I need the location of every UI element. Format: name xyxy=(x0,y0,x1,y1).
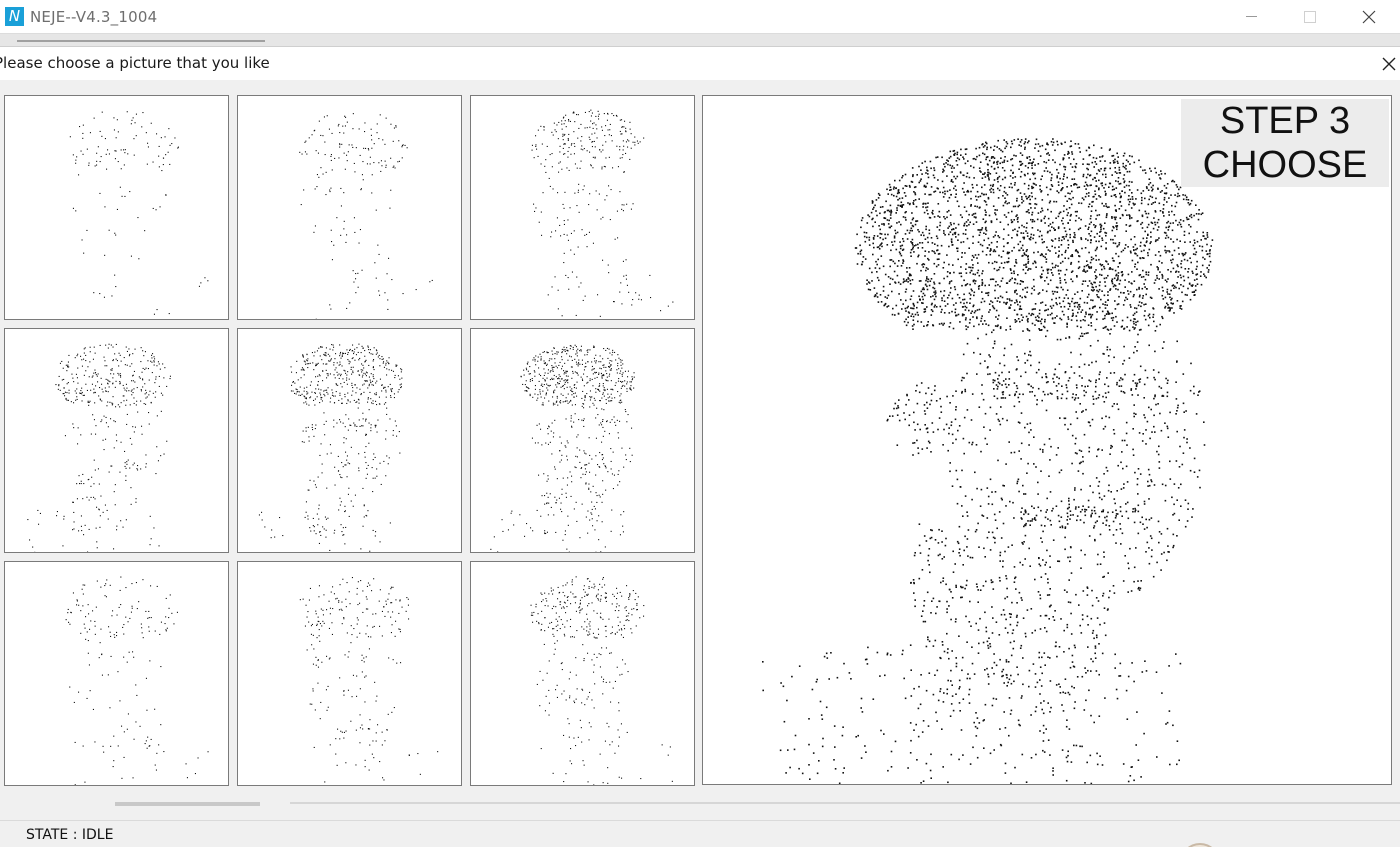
portrait-thumbnail-image xyxy=(258,343,403,552)
main-window-bottom: STATE : IDLE xyxy=(0,802,1400,847)
portrait-thumbnail-image xyxy=(530,576,673,785)
background-button-edge xyxy=(115,802,260,806)
status-bar: STATE : IDLE xyxy=(0,820,1400,847)
thumb-8[interactable] xyxy=(237,561,462,786)
title-bar[interactable]: N NEJE--V4.3_1004 xyxy=(0,0,1400,34)
preview-panel: STEP 3 CHOOSE xyxy=(702,95,1392,785)
step-badge-line1: STEP 3 xyxy=(1219,100,1351,142)
background-tab-strip xyxy=(0,34,1400,46)
close-icon xyxy=(1362,10,1376,24)
portrait-thumbnail-image xyxy=(27,343,171,552)
portrait-thumbnail-image xyxy=(69,111,209,315)
thumb-1[interactable] xyxy=(4,95,229,320)
thumb-4[interactable] xyxy=(4,328,229,553)
window-title: NEJE--V4.3_1004 xyxy=(30,8,158,26)
step-badge: STEP 3 CHOOSE xyxy=(1181,99,1389,187)
thumb-3[interactable] xyxy=(470,95,695,320)
portrait-thumbnail-image xyxy=(531,109,674,317)
dialog-close-button[interactable] xyxy=(1380,55,1398,73)
portrait-preview-image xyxy=(762,138,1214,784)
thumb-2[interactable] xyxy=(237,95,462,320)
dialog-title: Please choose a picture that you like xyxy=(0,54,270,72)
close-icon xyxy=(1382,57,1396,71)
portrait-thumbnail-image xyxy=(490,344,635,552)
app-logo-icon: N xyxy=(5,7,24,26)
portrait-thumbnail-image xyxy=(65,576,209,785)
status-text: STATE : IDLE xyxy=(26,827,114,843)
app-window: N NEJE--V4.3_1004 Please choose a pictur… xyxy=(0,0,1400,847)
background-panel-edge xyxy=(290,802,1400,804)
portrait-thumbnail-image xyxy=(299,113,433,319)
choose-picture-dialog: Please choose a picture that you like ST… xyxy=(0,46,1400,802)
portrait-thumbnail-image xyxy=(299,577,439,783)
thumb-9[interactable] xyxy=(470,561,695,786)
close-window-button[interactable] xyxy=(1340,0,1398,34)
maximize-button[interactable] xyxy=(1281,0,1339,34)
minimize-button[interactable] xyxy=(1222,0,1280,34)
thumb-6[interactable] xyxy=(470,328,695,553)
thumb-5[interactable] xyxy=(237,328,462,553)
thumb-7[interactable] xyxy=(4,561,229,786)
brand-logo-icon xyxy=(1180,843,1220,847)
background-tab-indicator xyxy=(17,40,265,42)
step-badge-line2: CHOOSE xyxy=(1202,144,1368,186)
dialog-header: Please choose a picture that you like xyxy=(0,47,1400,80)
